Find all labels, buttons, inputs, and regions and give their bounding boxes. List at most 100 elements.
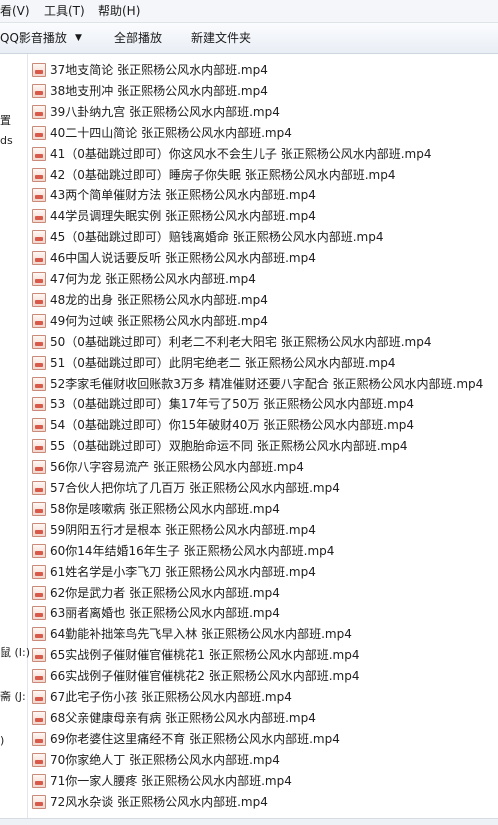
video-file-icon xyxy=(32,773,46,788)
file-row[interactable]: 51（0基础跳过即可）此阴宅绝老二 张正熙杨公风水内部班.mp4 xyxy=(31,353,497,373)
video-file-icon xyxy=(32,543,46,558)
file-name: 61姓名学是小李飞刀 张正熙杨公风水内部班.mp4 xyxy=(50,564,316,579)
file-row[interactable]: 64勤能补拙笨鸟先飞早入林 张正熙杨公风水内部班.mp4 xyxy=(31,624,497,644)
file-name: 64勤能补拙笨鸟先飞早入林 张正熙杨公风水内部班.mp4 xyxy=(50,627,352,642)
file-row[interactable]: 69你老婆住这里痛经不育 张正熙杨公风水内部班.mp4 xyxy=(31,729,497,749)
video-file-icon xyxy=(32,272,46,286)
file-name: 51（0基础跳过即可）此阴宅绝老二 张正熙杨公风水内部班.mp4 xyxy=(50,355,396,370)
file-row[interactable]: 66实战例子催财催官催桃花2 张正熙杨公风水内部班.mp4 xyxy=(31,666,497,686)
file-row[interactable]: 38地支刑冲 张正熙杨公风水内部班.mp4 xyxy=(31,81,497,101)
file-name: 62你是武力者 张正熙杨公风水内部班.mp4 xyxy=(50,585,280,600)
video-file-icon xyxy=(32,167,46,182)
file-row[interactable]: 60你14年结婚16年生子 张正熙杨公风水内部班.mp4 xyxy=(31,541,497,561)
play-all-button[interactable]: 全部播放 xyxy=(114,23,162,53)
video-file-icon xyxy=(32,669,46,684)
file-row[interactable]: 59阴阳五行才是根本 张正熙杨公风水内部班.mp4 xyxy=(31,520,497,540)
menu-tools[interactable]: 工具(T) xyxy=(44,0,85,22)
new-folder-button[interactable]: 新建文件夹 xyxy=(191,23,251,53)
file-name: 41（0基础跳过即可）你这风水不会生儿子 张正熙杨公风水内部班.mp4 xyxy=(50,146,432,161)
file-row[interactable]: 72风水杂谈 张正熙杨公风水内部班.mp4 xyxy=(31,792,497,812)
video-file-icon xyxy=(32,125,46,140)
file-row[interactable]: 41（0基础跳过即可）你这风水不会生儿子 张正熙杨公风水内部班.mp4 xyxy=(31,144,497,164)
file-name: 40二十四山简论 张正熙杨公风水内部班.mp4 xyxy=(50,125,292,140)
file-row[interactable]: 58你是咳嗽病 张正熙杨公风水内部班.mp4 xyxy=(31,499,497,519)
file-row[interactable]: 37地支简论 张正熙杨公风水内部班.mp4 xyxy=(31,60,497,80)
file-name: 50（0基础跳过即可）利老二不利老大阳宅 张正熙杨公风水内部班.mp4 xyxy=(50,334,432,349)
file-row[interactable]: 67此宅子伤小孩 张正熙杨公风水内部班.mp4 xyxy=(31,687,497,707)
file-name: 48龙的出身 张正熙杨公风水内部班.mp4 xyxy=(50,292,268,307)
file-row[interactable]: 49何为过峡 张正熙杨公风水内部班.mp4 xyxy=(31,311,497,331)
file-name: 46中国人说话要反听 张正熙杨公风水内部班.mp4 xyxy=(50,251,316,266)
video-file-icon xyxy=(32,376,46,391)
video-file-icon xyxy=(32,710,46,725)
file-name: 43两个简单催财方法 张正熙杨公风水内部班.mp4 xyxy=(50,188,316,203)
video-file-icon xyxy=(32,397,46,412)
file-name: 63丽者离婚也 张正熙杨公风水内部班.mp4 xyxy=(50,606,280,621)
nav-item-partial[interactable]: ds xyxy=(0,134,13,147)
file-name: 66实战例子催财催官催桃花2 张正熙杨公风水内部班.mp4 xyxy=(50,669,360,684)
video-file-icon xyxy=(32,230,46,245)
file-row[interactable]: 48龙的出身 张正熙杨公风水内部班.mp4 xyxy=(31,290,497,310)
menu-view[interactable]: 看(V) xyxy=(0,0,30,22)
chevron-down-icon[interactable]: ▼ xyxy=(75,23,82,53)
file-name: 69你老婆住这里痛经不育 张正熙杨公风水内部班.mp4 xyxy=(50,731,340,746)
file-name: 68父亲健康母亲有病 张正熙杨公风水内部班.mp4 xyxy=(50,710,316,725)
qq-player-play-button[interactable]: QQ影音播放 xyxy=(0,23,67,53)
file-name: 58你是咳嗽病 张正熙杨公风水内部班.mp4 xyxy=(50,501,280,516)
video-file-icon xyxy=(32,564,46,579)
video-file-icon xyxy=(32,585,46,600)
file-row[interactable]: 63丽者离婚也 张正熙杨公风水内部班.mp4 xyxy=(31,603,497,623)
video-file-icon xyxy=(32,752,46,767)
file-name: 67此宅子伤小孩 张正熙杨公风水内部班.mp4 xyxy=(50,690,292,704)
nav-drive-j[interactable]: 斋 (J: xyxy=(0,688,26,704)
file-row[interactable]: 43两个简单催财方法 张正熙杨公风水内部班.mp4 xyxy=(31,185,497,205)
nav-item-partial[interactable]: 置 xyxy=(0,112,11,128)
nav-item-partial[interactable]: ) xyxy=(0,734,4,747)
file-row[interactable]: 65实战例子催财催官催桃花1 张正熙杨公风水内部班.mp4 xyxy=(31,645,497,665)
file-name: 71你一家人腰疼 张正熙杨公风水内部班.mp4 xyxy=(50,773,292,788)
file-row[interactable]: 50（0基础跳过即可）利老二不利老大阳宅 张正熙杨公风水内部班.mp4 xyxy=(31,332,497,352)
file-row[interactable]: 40二十四山简论 张正熙杨公风水内部班.mp4 xyxy=(31,123,497,143)
video-file-icon xyxy=(32,146,46,161)
menu-help[interactable]: 帮助(H) xyxy=(98,0,140,22)
file-name: 56你八字容易流产 张正熙杨公风水内部班.mp4 xyxy=(50,460,304,475)
video-file-icon xyxy=(32,501,46,516)
file-name: 60你14年结婚16年生子 张正熙杨公风水内部班.mp4 xyxy=(50,543,335,558)
file-name: 49何为过峡 张正熙杨公风水内部班.mp4 xyxy=(50,313,268,328)
file-row[interactable]: 61姓名学是小李飞刀 张正熙杨公风水内部班.mp4 xyxy=(31,562,497,582)
video-file-icon xyxy=(32,794,46,809)
file-row[interactable]: 55（0基础跳过即可）双胞胎命运不同 张正熙杨公风水内部班.mp4 xyxy=(31,436,497,456)
file-row[interactable]: 56你八字容易流产 张正熙杨公风水内部班.mp4 xyxy=(31,457,497,477)
video-file-icon xyxy=(32,188,46,203)
nav-drive-i[interactable]: 鼠 (I:) xyxy=(0,644,30,660)
video-file-icon xyxy=(32,104,46,119)
file-row[interactable]: 70你家绝人丁 张正熙杨公风水内部班.mp4 xyxy=(31,750,497,770)
file-name: 54（0基础跳过即可）你15年破财40万 张正熙杨公风水内部班.mp4 xyxy=(50,418,415,433)
file-row[interactable]: 57合伙人把你坑了几百万 张正熙杨公风水内部班.mp4 xyxy=(31,478,497,498)
file-row[interactable]: 71你一家人腰疼 张正熙杨公风水内部班.mp4 xyxy=(31,771,497,791)
video-file-icon xyxy=(32,731,46,746)
file-name: 42（0基础跳过即可）睡房子你失眠 张正熙杨公风水内部班.mp4 xyxy=(50,167,396,182)
file-row[interactable]: 39八卦纳九宫 张正熙杨公风水内部班.mp4 xyxy=(31,102,497,122)
video-file-icon xyxy=(32,313,46,328)
file-row[interactable]: 44学员调理失眠实例 张正熙杨公风水内部班.mp4 xyxy=(31,206,497,226)
file-row[interactable]: 54（0基础跳过即可）你15年破财40万 张正熙杨公风水内部班.mp4 xyxy=(31,415,497,435)
file-row[interactable]: 52李家毛催财收回账款3万多 精准催财还要八字配合 张正熙杨公风水内部班.mp4 xyxy=(31,374,497,394)
video-file-icon xyxy=(32,251,46,266)
file-row[interactable]: 46中国人说话要反听 张正熙杨公风水内部班.mp4 xyxy=(31,248,497,268)
file-row[interactable]: 68父亲健康母亲有病 张正熙杨公风水内部班.mp4 xyxy=(31,708,497,728)
video-file-icon xyxy=(32,63,46,77)
file-row[interactable]: 53（0基础跳过即可）集17年亏了50万 张正熙杨公风水内部班.mp4 xyxy=(31,394,497,414)
file-name: 45（0基础跳过即可）赔钱离婚命 张正熙杨公风水内部班.mp4 xyxy=(50,230,384,245)
file-name: 47何为龙 张正熙杨公风水内部班.mp4 xyxy=(50,272,256,286)
file-name: 57合伙人把你坑了几百万 张正熙杨公风水内部班.mp4 xyxy=(50,481,340,495)
file-row[interactable]: 42（0基础跳过即可）睡房子你失眠 张正熙杨公风水内部班.mp4 xyxy=(31,165,497,185)
file-row[interactable]: 45（0基础跳过即可）赔钱离婚命 张正熙杨公风水内部班.mp4 xyxy=(31,227,497,247)
video-file-icon xyxy=(32,627,46,642)
file-name: 59阴阳五行才是根本 张正熙杨公风水内部班.mp4 xyxy=(50,522,316,537)
video-file-icon xyxy=(32,334,46,349)
menu-bar: 看(V) 工具(T) 帮助(H) xyxy=(0,0,498,23)
video-file-icon xyxy=(32,522,46,537)
file-row[interactable]: 47何为龙 张正熙杨公风水内部班.mp4 xyxy=(31,269,497,289)
file-row[interactable]: 62你是武力者 张正熙杨公风水内部班.mp4 xyxy=(31,583,497,603)
